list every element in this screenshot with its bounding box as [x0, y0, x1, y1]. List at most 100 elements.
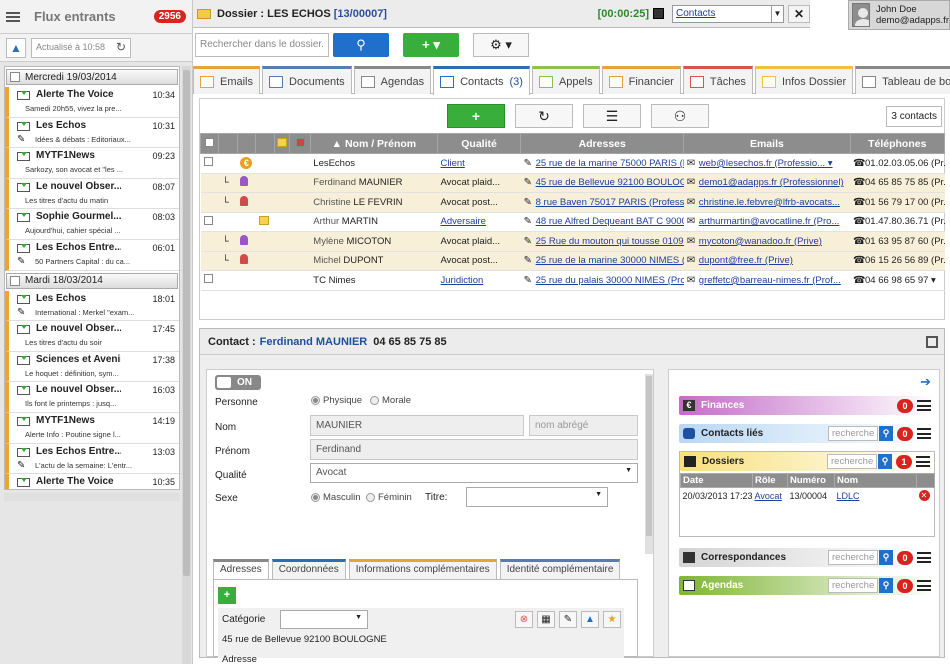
radio-selected[interactable] [311, 492, 320, 502]
categorie-select[interactable] [280, 610, 368, 629]
feed-item[interactable]: Alerte The Voice 10:34 Samedi 20h55, vivez… [5, 87, 179, 118]
telephones-header[interactable]: Téléphones [849, 133, 946, 154]
radio[interactable] [366, 492, 375, 502]
feminin-radio[interactable]: Féminin [366, 492, 412, 503]
search-button[interactable]: ⚲ [333, 33, 389, 57]
feed-item[interactable]: Alerte The Voice 10:35 [5, 474, 179, 489]
contact-address[interactable]: 45 rue de Bellevue 92100 BOULOGNE [536, 177, 684, 188]
qualite-header[interactable]: Qualité [437, 133, 522, 154]
dossiers-search[interactable]: recherche [827, 454, 877, 469]
table-row[interactable]: 20/03/2013 17:23 Avocat 13/00004 LDLC ✕ [681, 488, 935, 504]
contact-qualite[interactable]: Client [441, 158, 465, 169]
physique-radio[interactable]: Physique [311, 395, 362, 406]
view-select[interactable]: Contacts ▼ [672, 4, 784, 23]
name-header[interactable]: ▲ Nom / Prénom [309, 133, 439, 154]
checkbox[interactable] [10, 72, 20, 82]
contact-email[interactable]: demo1@adapps.fr (Professionnel) [699, 177, 844, 188]
menu-icon[interactable] [917, 400, 931, 411]
table-row[interactable]: Arthur MARTIN Adversaire ✎ 48 rue Alfred De… [200, 212, 945, 232]
date-header[interactable]: Date [680, 473, 753, 488]
table-row[interactable]: └ Christine LE FEVRIN Avocat post... ✎ 8 rue… [200, 192, 945, 213]
checkbox[interactable] [205, 137, 215, 147]
move-up-icon[interactable]: ▲ [581, 611, 599, 628]
menu-icon[interactable] [6, 11, 20, 22]
contact-address[interactable]: 25 rue du palais 30000 NIMES (Prof... [536, 275, 684, 286]
dossier-nom[interactable]: LDLC [837, 491, 860, 501]
nom-abrege-input[interactable]: nom abrégé [529, 415, 638, 436]
tab-infos-dossier[interactable]: Infos Dossier [754, 66, 854, 94]
table-row[interactable]: └ Ferdinand MAUNIER Avocat plaid... ✎ 45 rue… [200, 173, 945, 193]
edit-icon[interactable]: ✎ [559, 611, 577, 628]
subtab-coordonn-es[interactable]: Coordonnées [271, 559, 346, 579]
add-contact-button[interactable]: + [447, 104, 505, 128]
delete-icon[interactable]: ✕ [918, 490, 930, 502]
expand-icon[interactable] [926, 335, 938, 348]
contact-address[interactable]: 25 Rue du mouton qui tousse 0109... [536, 236, 684, 247]
contact-address[interactable]: 8 rue Baven 75017 PARIS (Professio... [536, 197, 684, 208]
menu-icon[interactable] [917, 580, 931, 591]
add-dropdown-button[interactable]: + ▾ [403, 33, 459, 57]
radio[interactable] [370, 395, 379, 405]
feed-item[interactable]: Les Echos Entre... 13:03 ✎ L'actu de la sem… [5, 443, 179, 475]
table-row[interactable]: └ Mylène MICOTON Avocat plaid... ✎ 25 Rue du… [200, 231, 945, 252]
emails-header[interactable]: Emails [683, 133, 851, 154]
finances-header[interactable]: € Finances 0 [679, 396, 935, 415]
adresses-header[interactable]: Adresses [520, 133, 685, 154]
active-toggle[interactable]: ON [215, 375, 261, 390]
checkbox[interactable] [10, 275, 20, 286]
refresh-button[interactable]: ↻ [515, 104, 573, 128]
close-dossier-button[interactable]: ✕ [788, 4, 810, 23]
nom-header[interactable]: Nom [834, 473, 917, 488]
contact-email[interactable]: mycoton@wanadoo.fr (Prive) [699, 236, 822, 247]
tab-agendas[interactable]: Agendas [353, 66, 432, 94]
agendas-search[interactable]: recherche [828, 578, 878, 593]
dossier-role[interactable]: Avocat [755, 491, 782, 501]
qualite-select[interactable]: Avocat [310, 463, 638, 483]
feed-scrollbar[interactable] [182, 66, 191, 664]
select-all-header[interactable] [199, 133, 220, 154]
contact-qualite[interactable]: Juridiction [441, 275, 484, 286]
titre-select[interactable] [466, 487, 608, 507]
subtab-adresses[interactable]: Adresses [213, 559, 269, 579]
checkbox[interactable] [203, 274, 213, 284]
search-icon[interactable]: ⚲ [879, 550, 893, 565]
tab-financier[interactable]: Financier [601, 66, 681, 94]
tab-documents[interactable]: Documents [262, 66, 352, 94]
contact-address[interactable]: 48 rue Alfred Dequeant BAT C 9000... [536, 216, 684, 227]
table-row[interactable]: TC Nimes Juridiction ✎ 25 rue du palais 300… [200, 270, 945, 291]
table-row[interactable]: € LesEchos Client ✎ 25 rue de la marine 7500… [200, 153, 945, 174]
tab-contacts[interactable]: Contacts (3) [433, 66, 530, 95]
star-icon[interactable]: ★ [603, 611, 621, 628]
map-icon[interactable]: ▦ [537, 611, 555, 628]
feed-item[interactable]: Le nouvel Obser... 16:03 Ils font le print… [5, 382, 179, 413]
nom-input[interactable]: MAUNIER [310, 415, 524, 436]
contact-address[interactable]: 25 rue de la marine 75000 PARIS (Pro... [536, 158, 684, 169]
scrollbar-thumb[interactable] [183, 70, 190, 576]
refresh-icon[interactable]: ↻ [116, 40, 126, 54]
menu-icon[interactable] [917, 428, 931, 439]
tab-tableau-de-bord[interactable]: Tableau de bord [855, 66, 950, 94]
scrollbar-thumb[interactable] [646, 376, 652, 536]
radio-selected[interactable] [311, 395, 320, 405]
feed-item[interactable]: Les Echos Entre... 06:01 ✎ 50 Partners Capi… [5, 239, 179, 271]
feed-item[interactable]: MYTF1News 09:23 Sarkozy, son avocat et "le… [5, 148, 179, 179]
dossier-search-input[interactable]: Rechercher dans le dossier. [195, 33, 329, 57]
subtab-informations-compl-mentaires[interactable]: Informations complémentaires [348, 559, 497, 579]
contact-email[interactable]: christine.le.febvre@lfrb-avocats... [699, 197, 840, 208]
contact-qualite[interactable]: Adversaire [441, 216, 486, 227]
subtab-identit-compl-mentaire[interactable]: Identité complémentaire [499, 559, 621, 579]
tab-t-ches[interactable]: Tâches [682, 66, 753, 94]
table-row[interactable]: └ Michel DUPONT Avocat post... ✎ 25 rue de l… [200, 251, 945, 271]
feed-horizontal-scrollbar[interactable] [4, 493, 180, 501]
search-icon[interactable]: ⚲ [879, 426, 893, 441]
correspondances-search[interactable]: recherche [828, 550, 878, 565]
contact-email[interactable]: dupont@free.fr (Prive) [699, 255, 793, 266]
save-icon[interactable] [653, 8, 664, 19]
org-chart-button[interactable]: ⚇ [651, 104, 709, 128]
checkbox[interactable] [203, 157, 213, 167]
checkbox[interactable] [203, 215, 213, 225]
feed-item[interactable]: Le nouvel Obser... 17:45 Les titres d'actu… [5, 321, 179, 352]
masculin-radio[interactable]: Masculin [311, 492, 361, 503]
contact-email[interactable]: arthurmartin@avocatline.fr (Pro... [699, 216, 840, 227]
day-header[interactable]: Mardi 18/03/2014 [6, 272, 178, 289]
